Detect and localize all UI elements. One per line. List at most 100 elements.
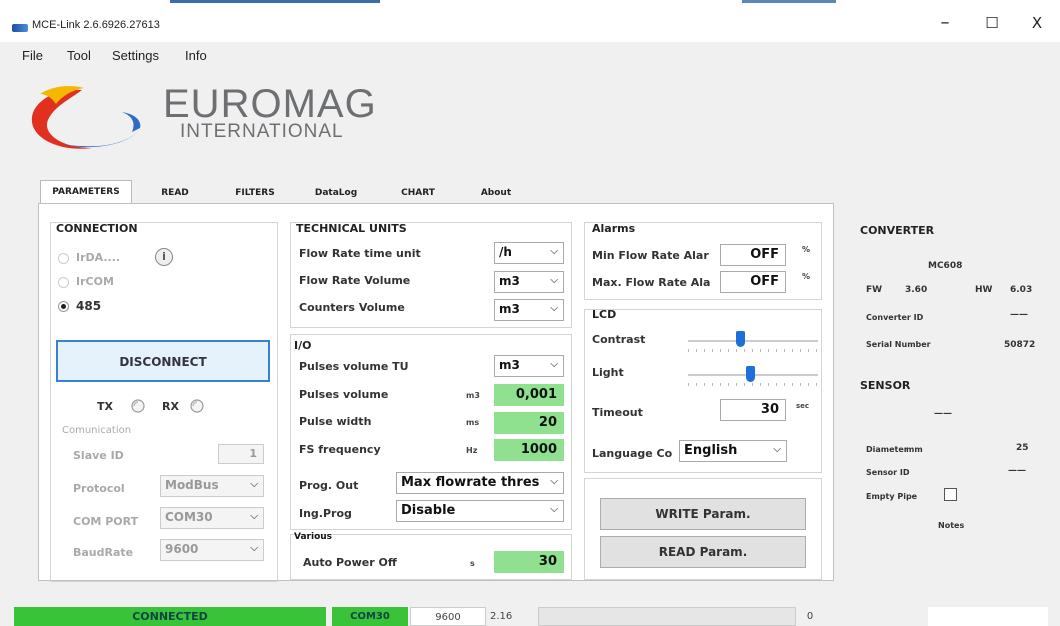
prog-out-select[interactable]: Max flowrate thres ⌵ [396, 472, 564, 494]
flow-rate-volume-label: Flow Rate Volume [299, 274, 411, 287]
language-label: Language Co [592, 447, 673, 460]
window-title: MCE-Link 2.6.6926.27613 [32, 19, 160, 31]
menu-settings[interactable]: Settings [112, 48, 159, 63]
chevron-down-icon: ⌵ [550, 476, 558, 487]
timeout-input[interactable]: 30 [720, 399, 786, 421]
menu-tool[interactable]: Tool [67, 48, 91, 63]
baudrate-select[interactable]: 9600 ⌵ [160, 539, 264, 561]
tx-indicator-icon [131, 399, 145, 413]
tab-datalog[interactable]: DataLog [308, 182, 364, 204]
diameter-unit: mm [906, 445, 923, 454]
timeout-unit: sec [796, 402, 810, 410]
ing-prog-select[interactable]: Disable ⌵ [396, 500, 564, 522]
radio-485-label: 485 [76, 299, 102, 313]
tab-filters[interactable]: FILTERS [225, 182, 285, 204]
pulse-width-unit: ms [466, 418, 480, 427]
rx-label: RX [162, 400, 179, 413]
lcd-title: LCD [592, 308, 617, 321]
radio-ircom[interactable] [58, 277, 69, 288]
technical-units-title: TECHNICAL UNITS [296, 222, 407, 235]
converter-model: MC608 [928, 261, 963, 271]
pulse-width-input[interactable]: 20 [494, 412, 564, 434]
sensor-id-label: Sensor ID [866, 468, 910, 477]
communication-label: Comunication [62, 425, 132, 436]
tx-label: TX [97, 400, 113, 413]
flow-rate-volume-select[interactable]: m3 ⌵ [494, 271, 564, 293]
hw-value: 6.03 [1010, 285, 1033, 295]
empty-pipe-label: Empty Pipe [866, 492, 918, 501]
hw-label: HW [975, 285, 993, 295]
prog-out-label: Prog. Out [299, 479, 359, 492]
counters-volume-label: Counters Volume [299, 301, 405, 314]
flow-rate-time-select[interactable]: /h ⌵ [494, 242, 564, 264]
flow-rate-volume-value: m3 [499, 274, 520, 288]
chevron-down-icon: ⌵ [550, 303, 558, 314]
converter-id-value: —— [1010, 310, 1028, 320]
status-port: COM30 [332, 607, 408, 626]
min-flow-alarm-input[interactable]: OFF [720, 244, 786, 266]
status-extra [928, 607, 1048, 626]
radio-485[interactable] [58, 301, 69, 312]
slave-id-label: Slave ID [73, 449, 124, 462]
fs-frequency-input[interactable]: 1000 [494, 439, 564, 461]
max-flow-alarm-input[interactable]: OFF [720, 271, 786, 293]
radio-irda[interactable] [58, 253, 69, 264]
converter-id-label: Converter ID [866, 313, 924, 322]
baudrate-value: 9600 [165, 542, 199, 556]
com-port-select[interactable]: COM30 ⌵ [160, 507, 264, 529]
auto-power-off-unit: s [470, 559, 475, 568]
menu-file[interactable]: File [22, 48, 43, 63]
chevron-down-icon: ⌵ [250, 511, 258, 522]
alarms-title: Alarms [592, 222, 636, 235]
timeout-label: Timeout [592, 406, 643, 419]
pulses-volume-tu-select[interactable]: m3 ⌵ [494, 355, 564, 377]
pulses-volume-input[interactable]: 0,001 [494, 384, 564, 406]
tab-parameters[interactable]: PARAMETERS [40, 180, 132, 204]
status-baud: 9600 [410, 607, 486, 626]
menu-info[interactable]: Info [185, 48, 207, 63]
contrast-ticks [688, 349, 818, 352]
chevron-down-icon: ⌵ [550, 359, 558, 370]
diameter-label: Diameter [866, 445, 908, 454]
language-value: English [684, 443, 738, 458]
app-icon [12, 24, 28, 32]
light-label: Light [592, 366, 624, 379]
pulse-width-label: Pulse width [299, 415, 372, 428]
tab-read[interactable]: READ [150, 182, 200, 204]
com-port-label: COM PORT [73, 515, 139, 528]
contrast-slider-thumb[interactable] [736, 331, 745, 347]
pulses-volume-tu-value: m3 [499, 358, 520, 372]
light-slider-thumb[interactable] [746, 366, 756, 382]
read-param-button[interactable]: READ Param. [600, 536, 806, 568]
empty-pipe-checkbox[interactable] [944, 488, 957, 501]
contrast-label: Contrast [592, 333, 646, 346]
serial-number-value: 50872 [1004, 340, 1036, 350]
euromag-logo-icon [31, 86, 141, 149]
minimize-button[interactable]: – [930, 12, 960, 33]
close-button[interactable]: X [1022, 14, 1052, 32]
status-count: 0 [806, 611, 814, 622]
slave-id-input[interactable]: 1 [218, 444, 264, 464]
chevron-down-icon: ⌵ [250, 479, 258, 490]
radio-ircom-label: IrCOM [76, 275, 114, 288]
fs-frequency-unit: Hz [466, 446, 478, 455]
io-title: I/O [294, 339, 312, 352]
language-select[interactable]: English ⌵ [679, 440, 787, 462]
connection-title: CONNECTION [56, 222, 138, 235]
max-flow-alarm-unit: % [802, 272, 811, 281]
auto-power-off-input[interactable]: 30 [494, 551, 564, 573]
status-version: 2.16 [490, 611, 513, 622]
write-param-button[interactable]: WRITE Param. [600, 498, 806, 530]
maximize-button[interactable]: ☐ [977, 14, 1007, 32]
info-icon[interactable]: i [155, 248, 173, 266]
baudrate-label: BaudRate [73, 546, 134, 559]
counters-volume-select[interactable]: m3 ⌵ [494, 299, 564, 321]
disconnect-button[interactable]: DISCONNECT [56, 340, 270, 382]
tab-chart[interactable]: CHART [394, 182, 442, 204]
tab-about[interactable]: About [470, 182, 522, 204]
contrast-slider[interactable] [688, 340, 818, 342]
logo-subtitle: INTERNATIONAL [180, 121, 344, 142]
pulses-volume-label: Pulses volume [299, 388, 389, 401]
max-flow-alarm-label: Max. Flow Rate Ala [592, 276, 711, 289]
protocol-select[interactable]: ModBus ⌵ [160, 475, 264, 497]
